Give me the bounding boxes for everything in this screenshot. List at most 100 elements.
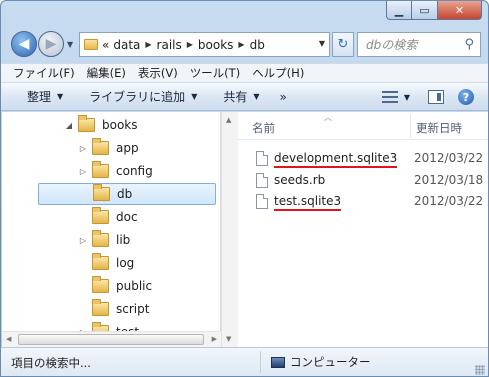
organize-button[interactable]: 整理 ▼ [27, 88, 63, 105]
tree-item-public[interactable]: public [78, 275, 216, 297]
back-arrow-icon: ◀ [18, 36, 30, 52]
navigation-tree[interactable]: ◢ books ▷ app ▷ config db doc ▷ lib log … [2, 112, 221, 347]
file-row[interactable]: development.sqlite3 2012/03/22 [256, 148, 483, 168]
file-name: seeds.rb [274, 173, 326, 187]
status-bar: 項目の検索中... コンピューター [1, 347, 488, 376]
menu-bar: ファイル(F) 編集(E) 表示(V) ツール(T) ヘルプ(H) [1, 63, 488, 83]
tree-vertical-scrollbar[interactable]: ▲ ▼ [221, 112, 238, 347]
breadcrumb-item-books[interactable]: books [198, 38, 234, 52]
minimize-button[interactable]: ▁ [386, 1, 412, 20]
column-header-date-modified[interactable]: 更新日時 [416, 120, 462, 136]
collapse-icon[interactable]: ◢ [64, 121, 74, 130]
folder-icon [92, 299, 109, 316]
expand-icon[interactable]: ▷ [78, 236, 88, 245]
resize-grip-icon[interactable] [475, 365, 485, 375]
file-icon [256, 172, 268, 188]
status-text: 項目の検索中... [11, 356, 91, 370]
more-commands-button[interactable]: » [280, 90, 287, 104]
tree-item-lib[interactable]: ▷ lib [78, 229, 216, 251]
menu-edit[interactable]: 編集(E) [87, 65, 126, 81]
status-location-label: コンピューター [290, 355, 371, 369]
tree-item-label: config [116, 164, 153, 178]
file-name: development.sqlite3 [274, 151, 424, 168]
folder-icon [92, 253, 109, 270]
preview-pane-icon[interactable] [428, 90, 444, 104]
refresh-button[interactable]: ↻ [332, 32, 354, 57]
forward-button[interactable]: ▶ [38, 31, 64, 57]
scroll-up-arrow-icon[interactable]: ▲ [226, 116, 231, 124]
column-header: ︿ 名前 更新日時 [238, 112, 488, 140]
expand-icon[interactable]: ▷ [78, 144, 88, 153]
breadcrumb-item-data[interactable]: data [113, 38, 140, 52]
chevron-right-icon[interactable]: ▶ [187, 40, 193, 49]
file-date: 2012/03/22 [414, 151, 484, 165]
folder-icon [92, 207, 109, 224]
search-input[interactable]: dbの検索 ⚲ [357, 32, 481, 57]
menu-tools[interactable]: ツール(T) [190, 65, 241, 81]
add-to-library-button[interactable]: ライブラリに追加 ▼ [89, 88, 197, 105]
close-button[interactable]: ✕ [438, 1, 482, 20]
caption-buttons: ▁ ▭ ✕ [386, 1, 482, 20]
tree-item-config[interactable]: ▷ config [78, 160, 216, 182]
breadcrumb-item-rails[interactable]: rails [157, 38, 182, 52]
search-icon[interactable]: ⚲ [464, 37, 474, 52]
tree-item-log[interactable]: log [78, 252, 216, 274]
organize-label: 整理 [27, 90, 52, 104]
tree-item-books[interactable]: ◢ books [64, 114, 214, 136]
chevron-down-icon: ▼ [253, 92, 260, 101]
share-button[interactable]: 共有 ▼ [223, 88, 259, 105]
menu-file[interactable]: ファイル(F) [13, 65, 75, 81]
file-list[interactable]: ︿ 名前 更新日時 development.sqlite3 2012/03/22… [238, 112, 488, 347]
file-row[interactable]: seeds.rb 2012/03/18 [256, 170, 483, 190]
tree-item-db[interactable]: db [38, 183, 216, 205]
tree-item-label: app [116, 141, 139, 155]
chevron-down-icon: ▼ [57, 92, 64, 101]
recent-pages-chevron-icon[interactable]: ▼ [67, 40, 73, 49]
tree-item-app[interactable]: ▷ app [78, 137, 216, 159]
scroll-right-arrow-icon[interactable]: ▶ [212, 335, 217, 343]
tree-item-label: doc [116, 210, 138, 224]
file-date: 2012/03/18 [414, 173, 484, 187]
menu-help[interactable]: ヘルプ(H) [252, 65, 304, 81]
chevron-down-icon[interactable]: ▼ [319, 39, 325, 48]
tree-horizontal-scrollbar[interactable]: ◀ ▶ [2, 331, 221, 347]
scroll-down-arrow-icon[interactable]: ▼ [226, 335, 231, 343]
tree-item-label: books [102, 118, 138, 132]
navigation-bar: ◀ ▶ ▼ « data ▶ rails ▶ books ▶ db ▼ ↻ db… [1, 29, 488, 59]
tree-item-label: script [116, 302, 150, 316]
menu-view[interactable]: 表示(V) [138, 65, 178, 81]
breadcrumb-item-db[interactable]: db [250, 38, 265, 52]
expand-icon[interactable]: ▷ [78, 167, 88, 176]
forward-arrow-icon: ▶ [45, 36, 57, 52]
chevron-right-icon[interactable]: ▶ [238, 40, 244, 49]
add-to-library-label: ライブラリに追加 [89, 90, 186, 104]
tree-item-label: log [116, 256, 135, 270]
chevron-down-icon[interactable]: ▼ [404, 93, 410, 102]
file-row[interactable]: test.sqlite3 2012/03/22 [256, 191, 483, 211]
scroll-left-arrow-icon[interactable]: ◀ [6, 335, 11, 343]
folder-icon [93, 184, 110, 201]
breadcrumb-overflow[interactable]: « [102, 38, 109, 52]
tree-item-label: lib [116, 233, 131, 247]
folder-icon [92, 230, 109, 247]
toolbar-right: ▼ ? [381, 83, 488, 111]
chevron-right-icon[interactable]: ▶ [145, 40, 151, 49]
file-icon [256, 193, 268, 209]
tree-item-script[interactable]: script [78, 298, 216, 320]
command-bar: 整理 ▼ ライブラリに追加 ▼ 共有 ▼ » ▼ ? [1, 83, 488, 111]
folder-icon [84, 39, 98, 50]
scrollbar-thumb[interactable] [18, 334, 204, 345]
more-label: » [279, 89, 287, 104]
maximize-button[interactable]: ▭ [412, 1, 438, 20]
folder-icon [92, 276, 109, 293]
help-icon[interactable]: ? [458, 89, 474, 105]
view-options-icon[interactable] [381, 90, 398, 104]
share-label: 共有 [223, 90, 248, 104]
tree-item-doc[interactable]: doc [78, 206, 216, 228]
column-header-name[interactable]: 名前 [252, 120, 275, 136]
file-icon [256, 150, 268, 166]
back-button[interactable]: ◀ [11, 31, 37, 57]
chevron-down-icon: ▼ [191, 92, 198, 101]
address-bar[interactable]: « data ▶ rails ▶ books ▶ db ▼ [79, 32, 330, 57]
tree-item-label: db [117, 187, 133, 201]
